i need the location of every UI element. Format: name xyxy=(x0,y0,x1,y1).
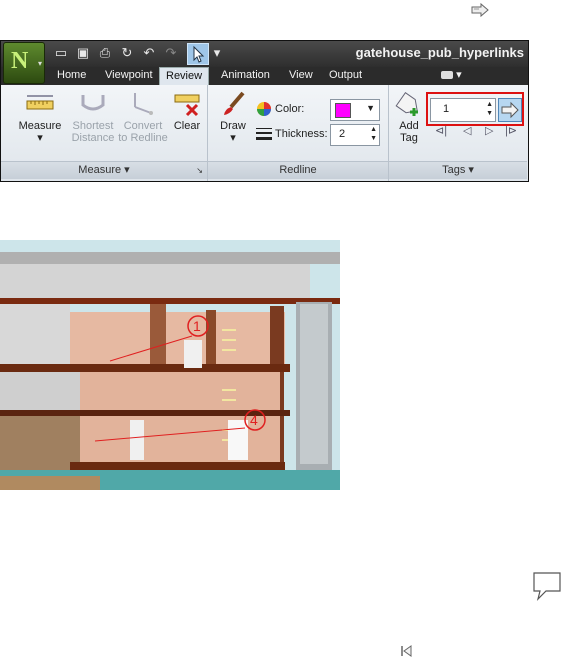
shortest-distance-label-1: Shortest xyxy=(72,120,114,132)
draw-label: Draw xyxy=(220,120,246,132)
clear-label: Clear xyxy=(173,120,201,132)
thickness-spinner[interactable]: 2 ▲ ▼ xyxy=(330,124,380,146)
convert-label-1: Convert xyxy=(123,120,163,132)
convert-to-redline-icon xyxy=(129,91,157,117)
color-label: Color: xyxy=(275,103,305,115)
measure-group-label[interactable]: Measure ▾ ↘ xyxy=(1,161,207,179)
convert-label-2: to Redline xyxy=(118,132,168,144)
color-picker[interactable]: ▼ xyxy=(330,99,380,121)
application-button[interactable]: N ▾ xyxy=(3,42,45,84)
spinner-arrows-icon[interactable]: ▲ ▼ xyxy=(370,125,377,143)
select-tool-button[interactable] xyxy=(187,43,209,65)
color-swatch xyxy=(335,103,351,118)
thickness-label: Thickness: xyxy=(275,128,328,140)
tags-group-title: Tags xyxy=(442,164,466,176)
cursor-icon xyxy=(193,45,205,63)
redline-group-label: Redline xyxy=(208,161,388,179)
measure-dropdown-icon: ▾ xyxy=(37,132,43,144)
quick-access-toolbar: N ▾ ▭ ▣ ⎙ ↻ ↶ ↷ ▾ gatehouse_pub_hyperlin… xyxy=(1,41,528,84)
add-tag-label-2: Tag xyxy=(400,132,418,144)
color-wheel-icon xyxy=(257,102,271,116)
tab-home[interactable]: Home xyxy=(51,67,92,85)
brush-icon xyxy=(219,91,247,117)
comment-icon[interactable] xyxy=(532,571,562,603)
thickness-icon xyxy=(256,128,272,140)
tags-group-label[interactable]: Tags ▾ xyxy=(389,161,527,179)
add-tag-label-1: Add xyxy=(399,120,419,132)
refresh-icon[interactable]: ↻ xyxy=(119,45,135,61)
qat-dropdown-icon[interactable]: ▾ xyxy=(209,45,225,61)
new-file-icon[interactable]: ▭ xyxy=(53,45,69,61)
redo-icon[interactable]: ↷ xyxy=(163,45,179,61)
highlight-box xyxy=(426,92,524,126)
building-model xyxy=(0,240,340,490)
save-icon[interactable]: ▣ xyxy=(75,45,91,61)
thickness-value: 2 xyxy=(339,128,346,140)
measure-group-title: Measure xyxy=(78,164,122,176)
chevron-down-icon: ▾ xyxy=(37,59,42,68)
ribbon-tabs: Home Viewpoint Review Animation View Out… xyxy=(45,67,525,86)
add-tag-button[interactable]: Add Tag xyxy=(393,91,425,144)
tab-view[interactable]: View xyxy=(283,67,319,85)
draw-dropdown-icon: ▾ xyxy=(230,132,236,144)
first-tag-icon xyxy=(401,645,412,657)
draw-button[interactable]: Draw ▾ xyxy=(216,91,250,144)
clear-button[interactable]: Clear xyxy=(167,91,207,132)
tag-label-4[interactable]: 4 xyxy=(250,412,258,428)
shortest-distance-label-2: Distance xyxy=(71,132,115,144)
measure-button[interactable]: Measure ▾ xyxy=(15,91,65,144)
scene-viewport[interactable]: 1 4 xyxy=(0,240,340,490)
chevron-down-icon: ▾ xyxy=(124,164,130,176)
go-to-tag-icon xyxy=(471,2,489,18)
tab-animation[interactable]: Animation xyxy=(215,67,276,85)
tab-review[interactable]: Review xyxy=(159,67,210,86)
chevron-down-icon: ▾ xyxy=(456,69,462,81)
measure-label: Measure xyxy=(18,120,62,132)
tag-label-1[interactable]: 1 xyxy=(193,318,201,334)
convert-to-redline-button[interactable]: Convert to Redline xyxy=(117,91,169,144)
tab-output[interactable]: Output xyxy=(323,67,368,85)
ruler-icon xyxy=(26,91,54,117)
dialog-launcher-icon[interactable]: ↘ xyxy=(196,162,203,179)
shortest-distance-icon xyxy=(79,91,107,117)
chevron-down-icon: ▼ xyxy=(366,103,375,113)
window-title: gatehouse_pub_hyperlinks xyxy=(355,45,524,60)
chevron-down-icon: ▾ xyxy=(468,164,474,176)
measure-group: Measure ▾ Shortest Distance Convert to R… xyxy=(1,85,208,181)
ribbon-options-icon xyxy=(441,71,453,80)
shortest-distance-button[interactable]: Shortest Distance xyxy=(67,91,119,144)
ribbon-options-dropdown[interactable]: ▾ xyxy=(435,67,468,85)
print-icon[interactable]: ⎙ xyxy=(97,45,113,61)
undo-icon[interactable]: ↶ xyxy=(141,45,157,61)
app-logo-icon: N xyxy=(11,48,29,74)
tab-viewpoint[interactable]: Viewpoint xyxy=(99,67,159,85)
clear-icon xyxy=(173,91,201,117)
add-tag-icon xyxy=(395,91,423,117)
